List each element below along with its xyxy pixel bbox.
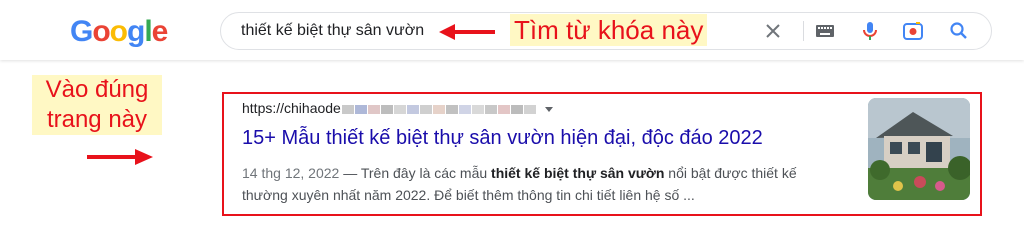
close-icon[interactable] bbox=[761, 19, 785, 43]
result-title[interactable]: 15+ Mẫu thiết kế biệt thự sân vườn hiện … bbox=[242, 127, 763, 150]
result-thumbnail[interactable] bbox=[868, 98, 970, 200]
logo-letter: o bbox=[109, 15, 128, 48]
left-callout: Vào đúng trang này bbox=[32, 75, 162, 135]
result-snippet: 14 thg 12, 2022 — Trên đây là các mẫu th… bbox=[242, 162, 842, 206]
villa-image bbox=[868, 98, 970, 200]
google-logo[interactable]: Google bbox=[70, 15, 169, 49]
top-callout: Tìm từ khóa này bbox=[510, 14, 708, 46]
snippet-bold: thiết kế biệt thự sân vườn bbox=[491, 165, 665, 181]
logo-letter: g bbox=[127, 15, 145, 48]
result-url[interactable]: https://chihaode bbox=[242, 100, 554, 116]
logo-letter: G bbox=[70, 15, 93, 48]
arrow-left-icon bbox=[439, 24, 495, 40]
dropdown-arrow-icon[interactable] bbox=[544, 104, 554, 114]
search-result[interactable]: https://chihaode 15+ Mẫu thiết kế biệt t… bbox=[222, 92, 982, 216]
divider bbox=[803, 21, 804, 41]
arrow-right-icon bbox=[87, 149, 153, 165]
snippet-text: — Trên đây là các mẫu bbox=[339, 165, 492, 181]
result-date: 14 thg 12, 2022 bbox=[242, 165, 340, 181]
microphone-icon[interactable] bbox=[858, 19, 882, 43]
logo-letter: l bbox=[144, 15, 152, 48]
logo-letter: o bbox=[92, 15, 110, 48]
search-query[interactable]: thiết kế biệt thự sân vườn bbox=[241, 22, 424, 40]
camera-icon[interactable] bbox=[901, 19, 925, 43]
logo-letter: e bbox=[151, 15, 169, 48]
result-url-text: https://chihaode bbox=[242, 100, 341, 116]
keyboard-icon[interactable] bbox=[813, 19, 837, 43]
search-icon[interactable] bbox=[947, 19, 971, 43]
